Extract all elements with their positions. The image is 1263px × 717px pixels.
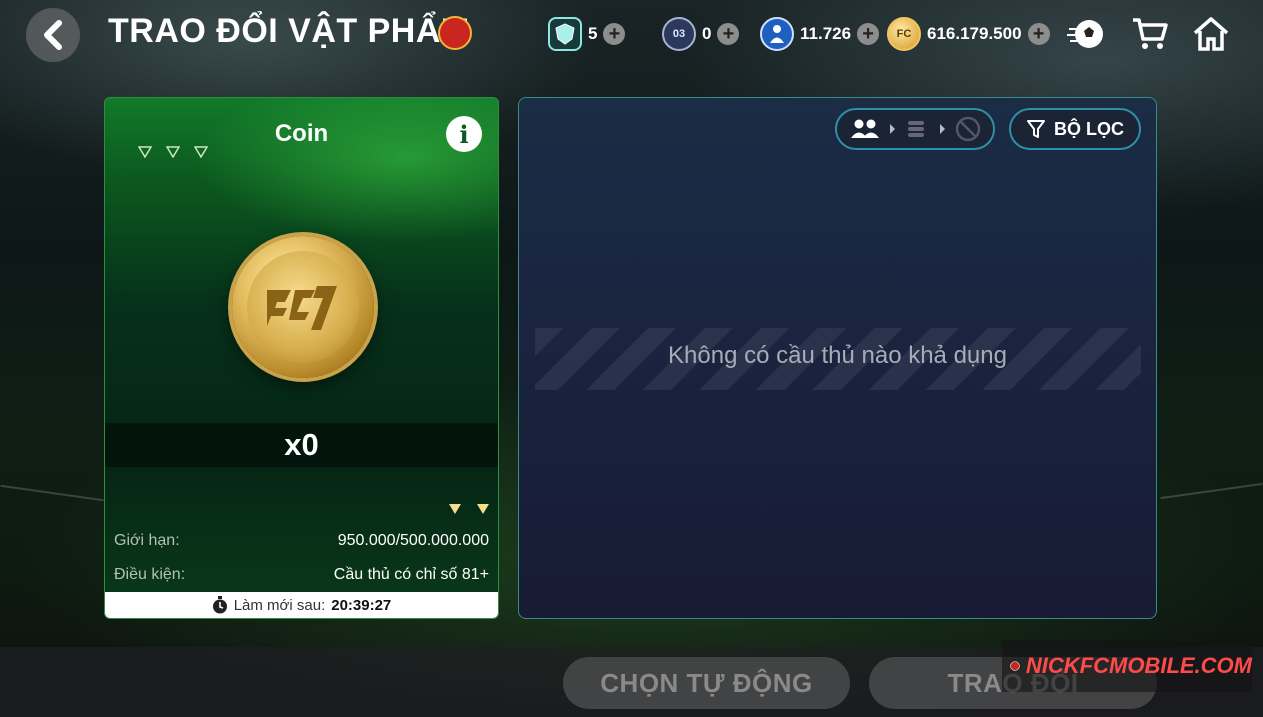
stopwatch-icon xyxy=(212,596,227,614)
pack-card-label: 03 xyxy=(672,28,686,40)
resource-amount: 616.179.500 xyxy=(927,24,1022,43)
resource-fc-coin: FC 616.179.500 + xyxy=(887,16,1050,52)
card-title: Coin xyxy=(274,120,329,147)
grade-markers xyxy=(448,503,490,515)
limit-label: Giới hạn: xyxy=(114,532,180,549)
chevron-right-icon xyxy=(940,124,945,134)
triangle-down-icon xyxy=(166,146,180,158)
fc-coin-icon: FC xyxy=(887,17,921,51)
resource-player-points: 11.726 + xyxy=(760,16,880,52)
transfer-icon xyxy=(908,121,924,137)
page-title: TRAO ĐỔI VẬT PHẨM xyxy=(108,12,470,50)
condition-label: Điều kiện: xyxy=(114,566,186,583)
resource-amount: 11.726 xyxy=(800,24,852,43)
add-player-points-button[interactable]: + xyxy=(857,23,880,45)
triangle-down-icon xyxy=(138,146,152,158)
pack-card-icon: 03 xyxy=(662,17,696,51)
refresh-label: Làm mới sau: xyxy=(233,596,326,614)
add-gem-button[interactable]: + xyxy=(603,23,626,45)
players-icon xyxy=(851,119,879,138)
pitch-line xyxy=(1160,482,1263,500)
watermark-logo-icon xyxy=(1010,661,1020,671)
ball-icon[interactable] xyxy=(1066,14,1106,54)
exchange-card: Coin i x0 Giới hạn: 950.000/500.000.000 … xyxy=(104,97,499,619)
condition-value: Cầu thủ có chỉ số 81+ xyxy=(333,566,489,583)
player-list-panel: BỘ LỌC Không có cầu thủ nào khả dụng xyxy=(518,97,1157,619)
filter-button[interactable]: BỘ LỌC xyxy=(1009,108,1141,150)
limit-row: Giới hạn: 950.000/500.000.000 xyxy=(105,525,498,557)
resource-pack: 03 0 + xyxy=(662,16,740,52)
chevron-right-icon xyxy=(890,124,895,134)
limit-value: 950.000/500.000.000 xyxy=(337,532,489,549)
back-button[interactable] xyxy=(26,8,80,62)
player-points-icon xyxy=(760,17,794,51)
step-indicator[interactable] xyxy=(835,108,995,150)
add-coin-button[interactable]: + xyxy=(1027,23,1050,45)
chevron-left-icon xyxy=(44,20,62,50)
pitch-line xyxy=(0,484,104,502)
cart-icon[interactable] xyxy=(1130,14,1170,54)
rank-markers xyxy=(138,146,208,158)
resource-gem: 5 + xyxy=(548,16,626,52)
disabled-icon xyxy=(955,116,981,142)
auto-select-button[interactable]: CHỌN TỰ ĐỘNG xyxy=(563,657,850,709)
filter-icon xyxy=(1027,120,1045,138)
triangle-down-icon xyxy=(477,504,489,514)
empty-state-message: Không có cầu thủ nào khả dụng xyxy=(668,342,1007,369)
resource-amount: 5 xyxy=(588,24,598,43)
badge-icon xyxy=(438,16,472,50)
condition-row: Điều kiện: Cầu thủ có chỉ số 81+ xyxy=(105,559,498,591)
gem-shield-icon xyxy=(548,17,582,51)
coin-icon xyxy=(232,236,374,378)
filter-label: BỘ LỌC xyxy=(1054,118,1124,139)
watermark: NICKFCMOBILE.COM xyxy=(1002,640,1252,692)
add-pack-button[interactable]: + xyxy=(717,23,740,45)
triangle-down-icon xyxy=(449,504,461,514)
refresh-time: 20:39:27 xyxy=(331,596,392,614)
refresh-timer: Làm mới sau: 20:39:27 xyxy=(105,592,498,618)
quantity-display: x0 xyxy=(105,423,498,467)
resource-amount: 0 xyxy=(702,24,712,43)
home-icon[interactable] xyxy=(1191,14,1231,54)
watermark-text: NICKFCMOBILE.COM xyxy=(1025,653,1252,678)
triangle-down-icon xyxy=(194,146,208,158)
info-button[interactable]: i xyxy=(446,116,482,152)
